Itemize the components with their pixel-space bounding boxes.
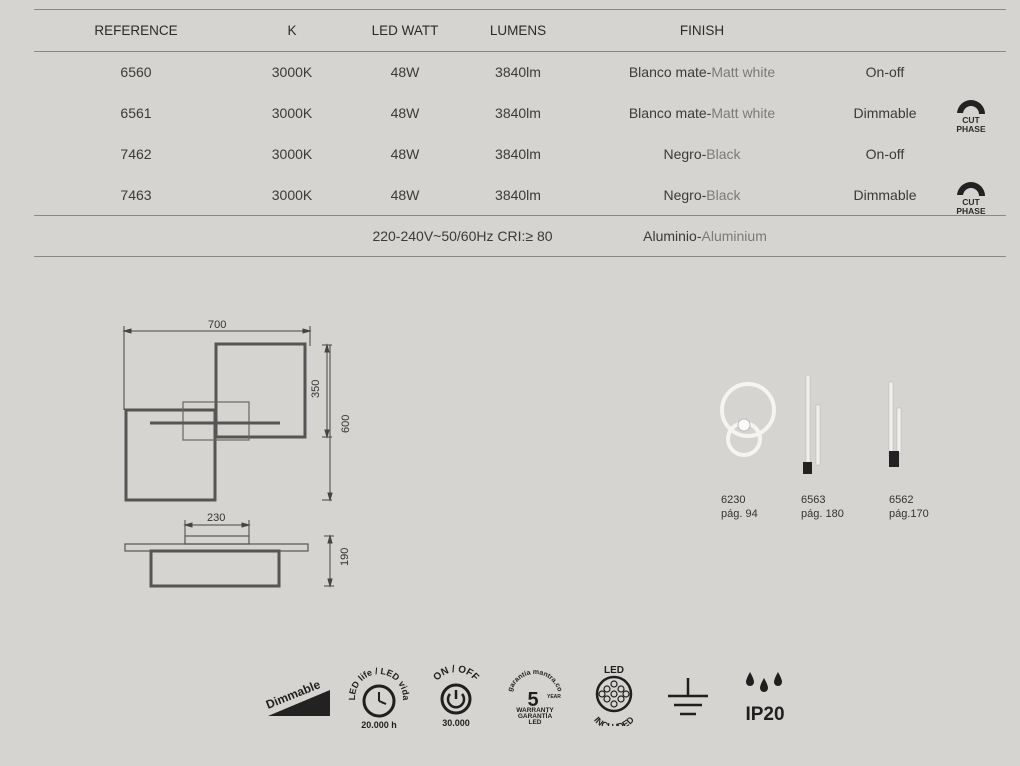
product-6230-image [720, 382, 776, 457]
header-finish: FINISH [679, 23, 725, 38]
warranty-icon: garantía mantra.co 5 YEAR WARRANTY GARAN… [507, 669, 563, 726]
table-top-rule [34, 9, 1006, 10]
dim-half-height-label: 350 [310, 380, 322, 398]
cell-k: 3000K [271, 105, 313, 121]
dim-height-label: 600 [340, 415, 352, 433]
cell-watt: 48W [390, 146, 420, 162]
cell-lumens: 3840lm [495, 64, 541, 80]
svg-text:30.000: 30.000 [442, 718, 470, 728]
product-6562-image [888, 381, 902, 467]
cell-finish: Negro-Black [663, 187, 741, 203]
cell-finish: Blanco mate-Matt white [628, 64, 776, 80]
dim-width-label: 700 [208, 319, 226, 331]
cell-k: 3000K [271, 187, 313, 203]
cell-lumens: 3840lm [495, 105, 541, 121]
cell-control: On-off [865, 146, 905, 162]
dimmable-icon: Dimmable [264, 677, 330, 716]
cut-phase-icon: CUT PHASE [951, 96, 991, 134]
cell-lumens: 3840lm [495, 187, 541, 203]
cell-finish: Blanco mate-Matt white [628, 105, 776, 121]
cell-reference: 7462 [120, 146, 152, 162]
ip20-icon: IP20 [745, 672, 785, 724]
led-life-icon: LED life / LED vida 20.000 h [347, 666, 411, 730]
cell-lumens: 3840lm [495, 146, 541, 162]
header-lumens: LUMENS [489, 23, 547, 38]
table-header-rule [34, 51, 1006, 52]
svg-text:20.000 h: 20.000 h [361, 720, 397, 730]
svg-text:IP20: IP20 [745, 704, 784, 724]
related-product-6563[interactable]: 6563 pág. 180 [801, 493, 844, 521]
header-led-watt: LED WATT [371, 23, 439, 38]
cell-control: Dimmable [853, 187, 917, 203]
cell-k: 3000K [271, 64, 313, 80]
table-body-rule [34, 215, 1006, 216]
cell-control: Dimmable [853, 105, 917, 121]
on-off-icon: ON / OFF 30.000 [431, 664, 480, 728]
cell-reference: 6561 [120, 105, 152, 121]
material-spec: Aluminio-Aluminium [643, 228, 767, 244]
related-product-6562[interactable]: 6562 pág.170 [889, 493, 929, 521]
electrical-spec: 220-240V~50/60Hz CRI:≥ 80 [372, 228, 553, 244]
cell-watt: 48W [390, 64, 420, 80]
led-included-icon: LED INCLUDED [592, 665, 636, 726]
cell-finish: Negro-Black [663, 146, 741, 162]
cell-k: 3000K [271, 146, 313, 162]
cell-reference: 6560 [120, 64, 152, 80]
svg-text:LED: LED [604, 665, 624, 676]
cut-phase-icon: CUT PHASE [951, 178, 991, 216]
dim-base-width-label: 230 [207, 512, 225, 524]
header-reference: REFERENCE [94, 23, 178, 38]
spec-sheet: REFERENCE K LED WATT LUMENS FINISH 6560 … [0, 0, 1020, 766]
related-product-6230[interactable]: 6230 pág. 94 [721, 493, 758, 521]
ground-icon [668, 678, 708, 716]
product-6563-image [803, 374, 821, 474]
svg-text:INCLUDED: INCLUDED [592, 714, 636, 726]
table-bottom-rule [34, 256, 1006, 257]
svg-text:ON / OFF: ON / OFF [431, 664, 480, 683]
dim-depth-label: 190 [339, 548, 351, 566]
svg-text:YEAR: YEAR [547, 694, 561, 700]
cell-control: On-off [865, 64, 905, 80]
header-k: K [287, 23, 297, 38]
cell-watt: 48W [390, 105, 420, 121]
svg-text:LED: LED [529, 719, 542, 726]
cell-watt: 48W [390, 187, 420, 203]
cell-reference: 7463 [120, 187, 152, 203]
